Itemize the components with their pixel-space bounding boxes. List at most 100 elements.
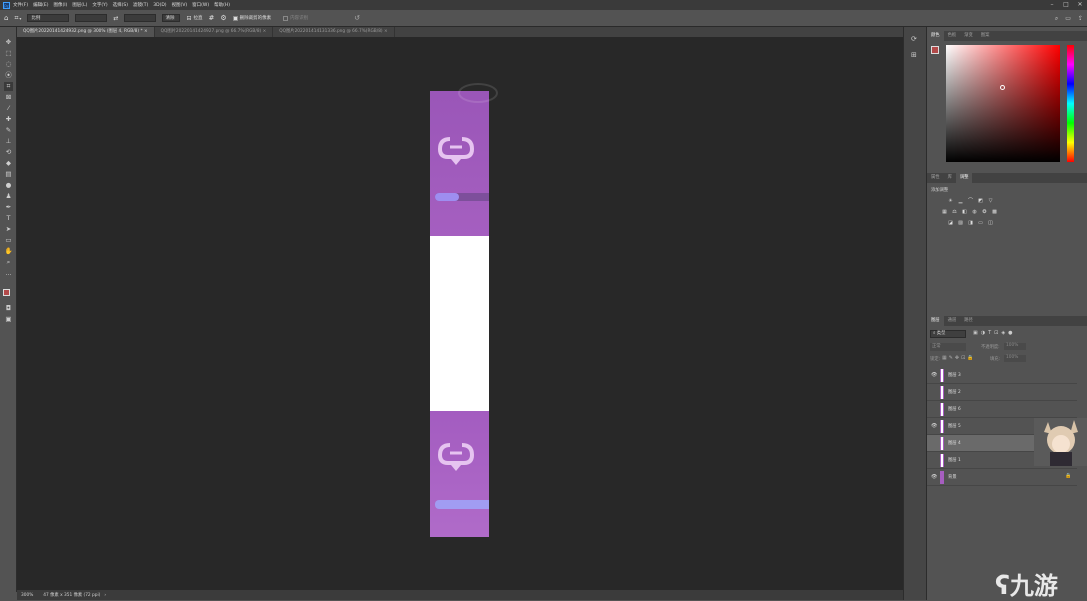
quick-mask-icon[interactable]: ◘ [4,304,13,313]
chevron-down-icon[interactable]: ▾ [19,16,21,21]
tab-document-2[interactable]: QQ图片20220141424927.png @ 66.7%(RGB/8) × [155,27,274,37]
menu-image[interactable]: 图像(I) [53,2,67,8]
crop-tool-preset-icon[interactable]: ⌗ [14,14,18,23]
hue-saturation-icon[interactable]: ▦ [941,209,948,215]
gear-icon[interactable]: ⚙ [220,14,226,22]
grid-overlay-icon[interactable]: # [208,14,214,22]
menu-3d[interactable]: 3D(D) [153,3,166,8]
content-aware-checkbox[interactable] [283,15,289,21]
ratio-height-input[interactable] [124,14,157,22]
color-picker-cursor[interactable] [1000,85,1005,90]
tab-properties[interactable]: 属性 [927,173,944,183]
tab-color[interactable]: 颜色 [927,31,944,41]
tab-layers[interactable]: 图层 [927,316,944,326]
vibrance-icon[interactable]: ▽ [987,198,994,204]
maximize-icon[interactable]: □ [1059,0,1073,10]
menu-view[interactable]: 视图(V) [172,2,188,8]
chevron-right-icon[interactable]: › [104,593,106,598]
workspace-icon[interactable]: ▭ [1065,15,1071,22]
home-icon[interactable]: ⌂ [4,14,8,22]
layer-row[interactable]: 图层 6 [927,401,1077,418]
threshold-icon[interactable]: ◨ [967,220,974,226]
channel-mixer-icon[interactable]: ❂ [981,209,988,215]
straighten-icon[interactable]: ⊟ [186,15,191,22]
foreground-color-swatch[interactable] [931,46,939,54]
hand-tool-icon[interactable]: ✋ [4,247,13,256]
menu-filter[interactable]: 滤镜(T) [133,2,148,8]
zoom-level[interactable]: 300% [21,593,33,598]
exposure-icon[interactable]: ◩ [977,198,984,204]
rectangle-tool-icon[interactable]: ▭ [4,236,13,245]
ratio-select[interactable]: 比例 [27,14,70,22]
posterize-icon[interactable]: ▨ [957,220,964,226]
eye-icon[interactable]: 👁 [931,474,937,480]
tab-libraries[interactable]: 库 [944,173,956,183]
hidden-eye-icon[interactable] [931,457,937,463]
tab-swatches[interactable]: 色板 [944,31,961,41]
delete-cropped-checkbox[interactable] [232,15,238,21]
brightness-icon[interactable]: ☀ [947,198,954,204]
menu-type[interactable]: 文字(Y) [92,2,107,8]
properties-icon[interactable]: ⊞ [911,51,917,59]
gradient-tool-icon[interactable]: ▤ [4,170,13,179]
color-balance-icon[interactable]: ⚖ [951,209,958,215]
eyedropper-tool-icon[interactable]: ⁄ [4,104,13,113]
layer-row[interactable]: 图层 2 [927,384,1077,401]
tab-adjustments[interactable]: 调整 [955,173,973,183]
layer-row-background[interactable]: 👁 背景 🔒 [927,469,1077,486]
pen-tool-icon[interactable]: ✒ [4,203,13,212]
color-lookup-icon[interactable]: ▩ [991,209,998,215]
tab-document-3[interactable]: QQ图片202201414131336.png @ 66.7%(RGB/8) × [273,27,395,37]
close-icon[interactable]: ✕ [1073,0,1087,10]
history-brush-tool-icon[interactable]: ⟲ [4,148,13,157]
eye-icon[interactable]: 👁 [931,372,937,378]
close-icon[interactable]: × [384,29,388,34]
ratio-width-input[interactable] [75,14,108,22]
blend-mode-select[interactable]: 正常 [930,343,966,351]
zoom-tool-icon[interactable]: ⌕ [4,258,13,267]
menu-edit[interactable]: 编辑(E) [33,2,48,8]
hidden-eye-icon[interactable] [931,389,937,395]
layer-row[interactable]: 👁 图层 3 [927,367,1077,384]
stamp-tool-icon[interactable]: ⊥ [4,137,13,146]
lock-icons[interactable]: ▦✎✥⊡🔒 [942,355,976,361]
more-tools-icon[interactable]: … [4,269,13,278]
hue-slider[interactable] [1067,45,1074,162]
move-tool-icon[interactable]: ✥ [4,38,13,47]
invert-icon[interactable]: ◪ [947,220,954,226]
menu-file[interactable]: 文件(F) [13,2,28,8]
close-icon[interactable]: × [263,29,267,34]
quick-select-tool-icon[interactable]: ⦿ [4,71,13,80]
healing-brush-tool-icon[interactable]: ✚ [4,115,13,124]
photo-filter-icon[interactable]: ◍ [971,209,978,215]
foreground-color-swatch[interactable] [3,289,10,296]
menu-window[interactable]: 窗口(W) [192,2,209,8]
eraser-tool-icon[interactable]: ◆ [4,159,13,168]
crop-tool-icon[interactable]: ⌗ [4,82,13,91]
gradient-map-icon[interactable]: ▭ [977,220,984,226]
search-icon[interactable]: ⌕ [1055,15,1058,23]
straighten-label[interactable]: 拉直 [193,15,202,21]
share-icon[interactable]: ⇪ [1078,15,1083,22]
hidden-eye-icon[interactable] [931,440,937,446]
minimize-icon[interactable]: – [1045,0,1059,10]
swap-icon[interactable]: ⇄ [113,15,118,22]
menu-help[interactable]: 帮助(H) [214,2,230,8]
filter-icons[interactable]: ▣◑T⊡◈● [973,330,1016,336]
tab-patterns[interactable]: 图案 [977,31,994,41]
frame-tool-icon[interactable]: ⊠ [4,93,13,102]
black-white-icon[interactable]: ◧ [961,209,968,215]
close-icon[interactable]: × [144,29,148,34]
tab-paths[interactable]: 路径 [960,316,977,326]
history-icon[interactable]: ⟳ [911,35,917,43]
document-canvas[interactable] [430,83,498,537]
clear-button[interactable]: 清除 [162,14,181,22]
hidden-eye-icon[interactable] [931,406,937,412]
reset-icon[interactable]: ↺ [354,14,360,22]
lasso-tool-icon[interactable]: ◌ [4,60,13,69]
menu-layer[interactable]: 图层(L) [72,2,87,8]
tab-gradients[interactable]: 渐变 [960,31,977,41]
menu-select[interactable]: 选择(S) [113,2,128,8]
dodge-tool-icon[interactable]: ♟ [4,192,13,201]
brush-tool-icon[interactable]: ✎ [4,126,13,135]
